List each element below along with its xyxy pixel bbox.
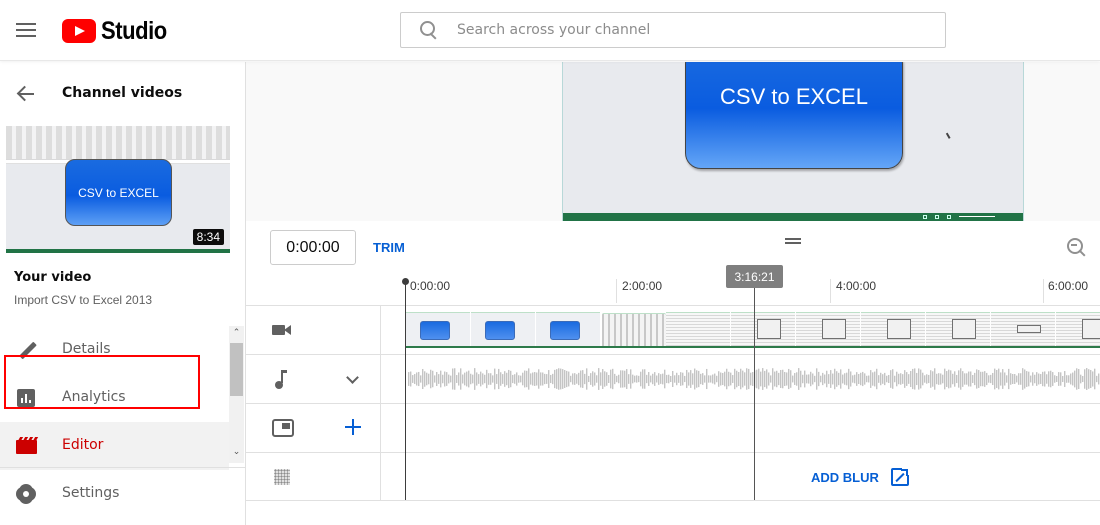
playhead[interactable] [405,281,406,500]
studio-logo[interactable]: Studio [62,16,176,46]
filmstrip-frame [796,312,860,346]
video-thumbnail[interactable]: CSV to EXCEL 8:34 [6,126,230,253]
sidebar-item-label: Analytics [62,389,126,405]
filmstrip-frame [861,312,925,346]
thumbnail-card: CSV to EXCEL [65,159,172,226]
scroll-down-icon[interactable]: ⌄ [229,447,244,461]
youtube-play-icon [62,19,96,43]
ruler-tick [616,279,617,303]
filmstrip-frame [666,312,730,346]
sidebar: Channel videos CSV to EXCEL 8:34 Your vi… [0,62,246,525]
video-filmstrip[interactable] [406,312,1100,348]
trim-button[interactable]: TRIM [373,240,405,255]
duration-badge: 8:34 [192,229,224,245]
chevron-down-icon[interactable] [346,371,359,384]
back-to-channel-videos[interactable]: Channel videos [0,76,245,112]
ruler-tick [830,279,831,303]
gear-icon [16,484,36,504]
open-in-new-icon [890,467,910,486]
sidebar-item-label: Settings [62,485,120,501]
blur-track[interactable]: ADD BLUR [246,452,1100,501]
current-time-input[interactable]: 0:00:00 [270,230,356,265]
sidebar-scrollbar[interactable]: ⌃ ⌄ [229,326,244,463]
filmstrip-frame [406,312,470,346]
editor-toolbar: 0:00:00 TRIM 0:00:00 2:00:00 4:00:00 6:0… [246,221,1100,305]
sidebar-item-analytics[interactable]: Analytics [0,374,229,422]
sidebar-nav: Details Analytics Editor Settings [0,326,229,518]
video-track[interactable] [246,305,1100,354]
plus-icon[interactable] [345,418,363,436]
music-note-icon [272,370,292,389]
ruler-label: 6:00:00 [1048,279,1089,293]
search-input[interactable] [457,22,917,38]
arrow-back-icon[interactable] [16,86,36,102]
sidebar-item-details[interactable]: Details [0,326,229,374]
audio-track[interactable] [246,354,1100,403]
hover-time-badge: 3:16:21 [726,265,783,288]
hamburger-menu-icon[interactable] [14,20,38,40]
filmstrip-frame [1056,312,1100,346]
clapperboard-icon [16,436,39,456]
top-bar: Studio [0,0,1100,61]
preview-status-bar [563,213,1023,221]
track-separator [380,404,381,452]
blur-icon [272,468,292,486]
analytics-icon [16,388,36,408]
scroll-up-icon[interactable]: ⌃ [229,328,244,342]
drag-handle-icon[interactable] [785,237,801,245]
track-separator [380,306,381,354]
filmstrip-frame [536,312,600,346]
filmstrip-frame [731,312,795,346]
zoom-out-icon[interactable] [1066,237,1086,257]
scrollbar-thumb[interactable] [230,343,243,396]
sidebar-item-label: Details [62,341,111,357]
pencil-icon [16,340,37,360]
sidebar-divider [0,467,245,468]
preview-card: CSV to EXCEL [685,62,903,169]
thumbnail-status-bar [6,249,230,253]
thumbnail-ribbon [6,126,230,160]
sidebar-item-editor[interactable]: Editor [0,422,229,470]
video-camera-icon [272,321,292,339]
sidebar-item-settings[interactable]: Settings [0,470,229,518]
back-label: Channel videos [62,85,183,101]
ruler-tick [1043,279,1044,303]
hover-time-line [754,288,755,500]
logo-text: Studio [101,16,167,45]
video-preview-area: CSV to EXCEL [246,62,1100,221]
filmstrip-frame [471,312,535,346]
ruler-label: 4:00:00 [836,279,877,293]
search-icon[interactable] [419,20,439,40]
filmstrip-frame [926,312,990,346]
ruler-label: 0:00:00 [410,279,451,293]
track-separator [380,355,381,403]
filmstrip-frame [991,312,1055,346]
video-player[interactable]: CSV to EXCEL [562,62,1024,221]
end-screen-track[interactable] [246,403,1100,452]
add-blur-button[interactable]: ADD BLUR [811,467,910,486]
video-title: Import CSV to Excel 2013 [14,293,153,307]
mouse-cursor-icon [945,131,954,139]
timeline-tracks: ADD BLUR [246,305,1100,501]
ruler-label: 2:00:00 [622,279,663,293]
search-box[interactable] [400,12,946,48]
sidebar-item-label: Editor [62,437,104,453]
end-screen-icon [272,419,294,437]
add-blur-label: ADD BLUR [811,469,879,485]
your-video-label: Your video [14,270,92,285]
filmstrip-frame [602,313,666,346]
track-separator [380,453,381,500]
